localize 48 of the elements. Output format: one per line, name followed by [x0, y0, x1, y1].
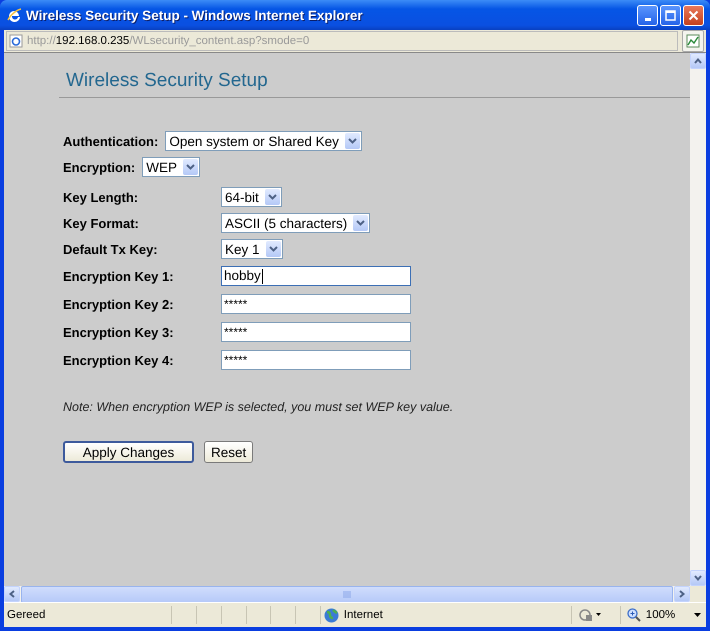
apply-button[interactable]: Apply Changes	[63, 441, 194, 463]
text-cursor	[262, 268, 263, 284]
page-icon	[9, 34, 23, 48]
field-label: Key Format:	[63, 216, 140, 230]
zoom-icon[interactable]	[626, 608, 641, 622]
input-field[interactable]: *****	[221, 322, 411, 342]
minimize-icon	[644, 18, 650, 20]
field-label: Default Tx Key:	[63, 242, 159, 256]
note-text: Note: When encryption WEP is selected, you must set WEP key value.	[63, 400, 454, 414]
scroll-left-button[interactable]	[4, 586, 20, 602]
dropdown[interactable]: Open system or Shared Key	[165, 131, 362, 151]
field-label: Authentication:	[63, 134, 158, 148]
compatibility-button[interactable]	[682, 30, 704, 52]
globe-icon	[324, 608, 339, 622]
browser-logo-icon	[6, 7, 22, 23]
scroll-up-button[interactable]	[690, 53, 706, 69]
url-text: http://192.168.0.235/WLsecurity_content.asp?smode=0	[27, 35, 310, 47]
address-field[interactable]: http://192.168.0.235/WLsecurity_content.asp?smode=0	[6, 31, 678, 51]
window-title: Wireless Security Setup - Windows Internet Explorer	[26, 8, 364, 22]
scroll-down-button[interactable]	[690, 570, 706, 586]
dropdown[interactable]: WEP	[142, 157, 200, 177]
status-text: Gereed	[6, 609, 46, 621]
field-label: Encryption Key 3:	[63, 324, 175, 340]
dropdown[interactable]: ASCII (5 characters)	[221, 213, 370, 233]
maximize-icon	[665, 10, 676, 20]
zone-text: Internet	[344, 609, 383, 621]
caret-icon[interactable]	[694, 613, 702, 617]
chart-icon	[686, 34, 700, 48]
reset-button[interactable]: Reset	[204, 441, 254, 463]
field-label: Encryption Key 2:	[63, 296, 175, 312]
field-label: Encryption Key 1:	[63, 268, 175, 284]
scroll-right-button[interactable]	[674, 586, 690, 602]
input-field[interactable]: hobby	[221, 266, 411, 286]
dropdown[interactable]: 64-bit	[221, 187, 282, 207]
vertical-scrollbar[interactable]	[690, 53, 706, 586]
minimize-button[interactable]	[637, 4, 658, 26]
field-label: Key Length:	[63, 190, 140, 204]
protection-icon[interactable]	[578, 608, 602, 622]
close-button[interactable]	[683, 4, 704, 26]
field-label: Encryption Key 4:	[63, 352, 175, 368]
zoom-level[interactable]: 100%	[646, 609, 676, 621]
input-field[interactable]: *****	[221, 350, 411, 370]
dropdown[interactable]: Key 1	[221, 239, 283, 259]
close-icon	[688, 10, 699, 20]
input-field[interactable]: *****	[221, 294, 411, 314]
maximize-button[interactable]	[660, 4, 681, 26]
field-label: Encryption:	[63, 160, 136, 174]
page-heading: Wireless Security Setup	[66, 69, 269, 93]
